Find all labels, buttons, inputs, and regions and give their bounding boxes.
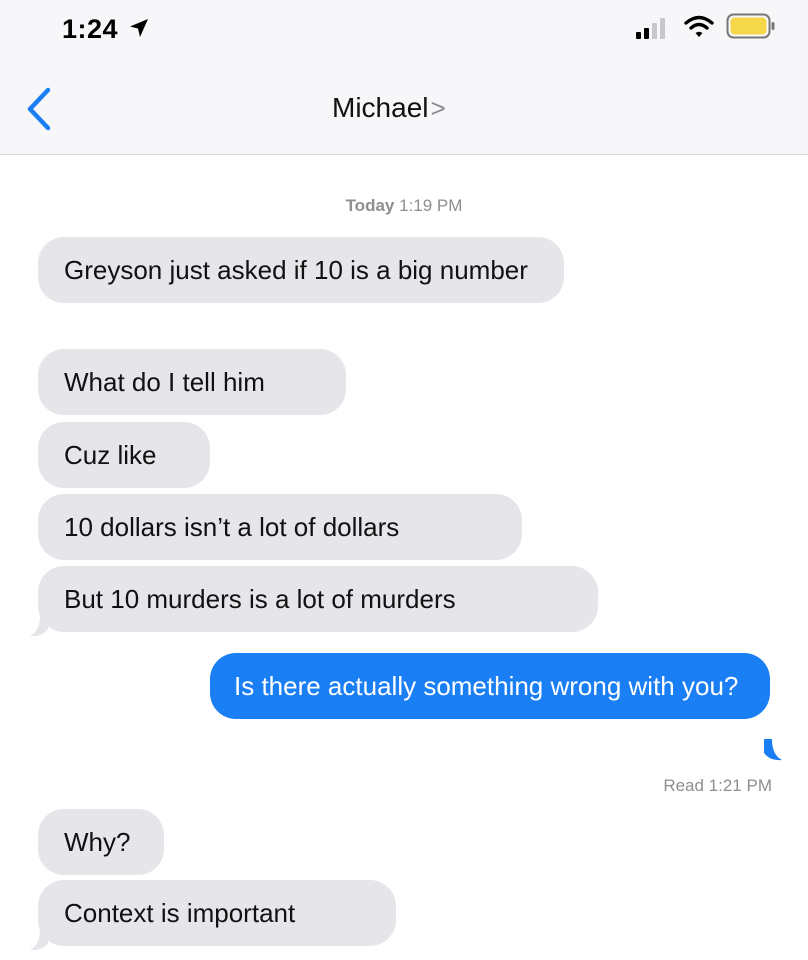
- back-chevron-icon[interactable]: [22, 84, 58, 134]
- bubble-tail-outgoing: [764, 739, 782, 761]
- chevron-right-icon: >: [430, 93, 446, 123]
- conversation-timestamp: Today 1:19 PM: [0, 196, 808, 216]
- message-bubble-incoming[interactable]: What do I tell him: [38, 349, 346, 415]
- signal-bars-icon: [636, 18, 665, 39]
- timestamp-day: Today: [345, 196, 395, 215]
- read-receipt: Read 1:21 PM: [663, 776, 772, 795]
- message-bubble-incoming[interactable]: 10 dollars isn’t a lot of dollars: [38, 494, 522, 560]
- bubble-tail-incoming: [30, 929, 48, 951]
- conversation-header: Michael>: [0, 56, 808, 155]
- location-arrow-icon: [130, 19, 148, 37]
- wifi-icon: [684, 15, 714, 37]
- contact-name-button[interactable]: Michael>: [332, 92, 446, 124]
- message-list[interactable]: Today 1:19 PM Greyson just asked if 10 i…: [0, 155, 808, 960]
- bubble-tail-incoming: [30, 615, 48, 637]
- message-bubble-incoming[interactable]: But 10 murders is a lot of murders: [38, 566, 598, 632]
- contact-name: Michael: [332, 92, 429, 123]
- message-bubble-outgoing[interactable]: Is there actually something wrong with y…: [210, 653, 770, 719]
- status-time: 1:24: [62, 14, 119, 44]
- message-bubble-incoming[interactable]: Cuz like: [38, 422, 210, 488]
- status-bar: 1:24: [0, 0, 808, 56]
- battery-icon: [726, 13, 775, 39]
- message-bubble-incoming[interactable]: Why?: [38, 809, 164, 875]
- message-bubble-incoming[interactable]: Context is important: [38, 880, 396, 946]
- timestamp-time: 1:19 PM: [399, 196, 463, 215]
- message-bubble-incoming[interactable]: Greyson just asked if 10 is a big number: [38, 237, 564, 303]
